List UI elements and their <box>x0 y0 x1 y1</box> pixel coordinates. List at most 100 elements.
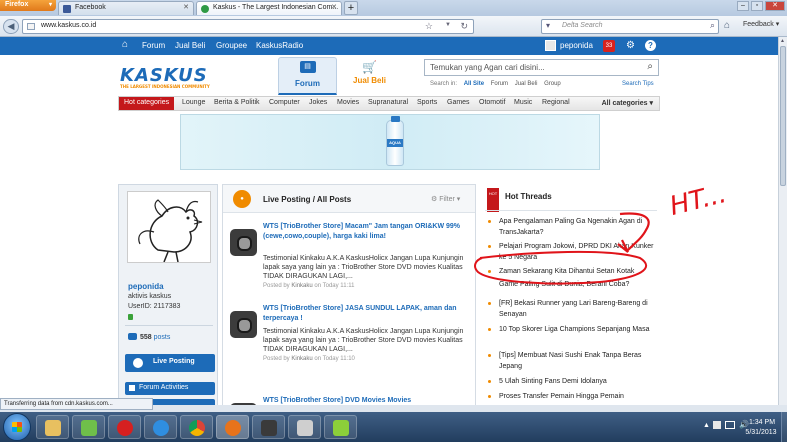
hot-thread-item[interactable]: 5 Ulah Sinting Fans Demi Idolanya <box>485 376 657 387</box>
category-movies[interactable]: Movies <box>337 99 359 106</box>
post-author[interactable]: Kinkaku <box>291 283 312 289</box>
tab-facebook[interactable]: Facebook ✕ <box>58 1 194 15</box>
hot-thread-title[interactable]: [FR] Bekasi Runner yang Lari Bareng-Bare… <box>499 300 648 318</box>
hot-thread-item[interactable]: Proses Transfer Pemain Hingga Pemain <box>485 391 657 402</box>
search-icon[interactable]: ⌕ <box>710 20 715 31</box>
taskbar-app-media[interactable] <box>72 415 105 439</box>
help-icon[interactable]: ? <box>645 40 656 51</box>
post-title[interactable]: WTS [TrioBrother Store] Macam" Jam tanga… <box>263 222 469 242</box>
notification-badge[interactable]: 33 <box>603 40 615 52</box>
taskbar-app-explorer[interactable] <box>36 415 69 439</box>
profile-picture[interactable] <box>127 191 211 263</box>
category-lounge[interactable]: Lounge <box>182 99 205 106</box>
tab-jual-beli[interactable]: 🛒 Jual Beli <box>340 57 399 95</box>
hot-thread-title[interactable]: Game Paling Sulit di Dunia, Berani Coba? <box>499 281 629 288</box>
hot-thread-item[interactable]: [Tips] Membuat Nasi Sushi Enak Tanpa Ber… <box>485 350 657 372</box>
kaskus-logo[interactable]: KASKUS THE LARGEST INDONESIAN COMMUNITY <box>120 65 210 89</box>
post-count[interactable]: 558 posts <box>128 333 170 341</box>
start-button[interactable] <box>3 413 31 441</box>
all-categories-dropdown[interactable]: All categories ▾ <box>602 99 653 107</box>
kaskus-search-input[interactable]: Temukan yang Agan cari disini... ⌕ <box>424 59 659 76</box>
reload-icon[interactable]: ↻ <box>460 21 468 32</box>
bookmark-star-icon[interactable]: ☆ <box>425 21 433 32</box>
show-desktop-button[interactable] <box>781 412 787 442</box>
topnav-kaskusradio[interactable]: KaskusRadio <box>256 41 303 50</box>
vertical-scrollbar[interactable]: ▲ <box>778 37 787 405</box>
hot-thread-item[interactable]: Zaman Sekarang Kita Dihantui Setan Kotak <box>485 266 657 277</box>
hot-thread-item[interactable]: Pelajari Program Jokowi, DPRD DKI Akan K… <box>485 241 657 263</box>
minimize-button[interactable]: – <box>737 1 749 11</box>
search-option-forum[interactable]: Forum <box>491 81 508 87</box>
taskbar-app-ie[interactable] <box>144 415 177 439</box>
hot-thread-item[interactable]: Game Paling Sulit di Dunia, Berani Coba? <box>485 279 657 290</box>
search-option-group[interactable]: Group <box>544 81 561 87</box>
feedback-button[interactable]: Feedback ▾ <box>743 20 779 28</box>
tab-forum[interactable]: ▤ Forum <box>278 57 337 95</box>
hot-thread-title[interactable]: Zaman Sekarang Kita Dihantui Setan Kotak <box>499 268 634 275</box>
search-option-jual-beli[interactable]: Jual Beli <box>515 81 538 87</box>
hot-thread-title[interactable]: 10 Top Skorer Liga Champions Sepanjang M… <box>499 326 649 333</box>
search-option-all-site[interactable]: All Site <box>464 81 484 87</box>
hot-thread-item[interactable]: Apa Pengalaman Paling Ga Ngenakin Agan d… <box>485 216 657 238</box>
ad-banner[interactable]: AQUA <box>180 114 600 170</box>
category-otomotif[interactable]: Otomotif <box>479 99 505 106</box>
taskbar-app-firefox[interactable] <box>216 415 249 439</box>
clock-date[interactable]: 5/31/2013 <box>741 429 781 436</box>
topnav-jual-beli[interactable]: Jual Beli <box>175 41 205 50</box>
close-window-button[interactable]: ✕ <box>765 1 785 11</box>
clock-time[interactable]: 1:34 PM <box>747 419 777 426</box>
topnav-groupee[interactable]: Groupee <box>216 41 247 50</box>
topnav-username[interactable]: peponida <box>560 41 593 50</box>
category-sports[interactable]: Sports <box>417 99 437 106</box>
search-tips-link[interactable]: Search Tips <box>622 81 654 87</box>
network-icon[interactable] <box>725 421 735 429</box>
hot-thread-title[interactable]: [Tips] Membuat Nasi Sushi Enak Tanpa Ber… <box>499 352 641 370</box>
close-icon[interactable]: ✕ <box>183 3 189 11</box>
home-icon[interactable]: ⌂ <box>724 20 730 31</box>
profile-username[interactable]: peponida <box>128 282 164 291</box>
chevron-down-icon[interactable]: ▼ <box>445 22 451 28</box>
post-title[interactable]: WTS [TrioBrother Store] DVD Movies Movie… <box>263 396 469 405</box>
back-button[interactable]: ◀ <box>3 19 19 34</box>
topnav-forum[interactable]: Forum <box>142 41 165 50</box>
avatar[interactable] <box>545 40 556 51</box>
search-icon[interactable]: ⌕ <box>647 61 653 72</box>
maximize-button[interactable]: ▫ <box>751 1 763 11</box>
category-jokes[interactable]: Jokes <box>309 99 327 106</box>
gear-icon[interactable]: ⚙ <box>626 40 635 51</box>
search-engine-icon[interactable]: ▾ <box>546 21 550 30</box>
post-thumbnail[interactable] <box>230 311 257 338</box>
category-games[interactable]: Games <box>447 99 470 106</box>
home-icon[interactable]: ⌂ <box>122 40 132 50</box>
firefox-menu-button[interactable]: Firefox ▾ <box>0 0 56 11</box>
category-music[interactable]: Music <box>514 99 532 106</box>
taskbar-app-tt[interactable] <box>288 415 321 439</box>
new-tab-button[interactable]: + <box>344 1 358 15</box>
tray-expand-icon[interactable]: ▲ <box>703 422 710 429</box>
action-center-icon[interactable] <box>713 421 721 429</box>
hot-thread-item[interactable]: [FR] Bekasi Runner yang Lari Bareng-Bare… <box>485 298 657 320</box>
close-icon[interactable]: ✕ <box>331 3 337 11</box>
hot-thread-title[interactable]: Apa Pengalaman Paling Ga Ngenakin Agan d… <box>499 218 642 236</box>
category-berita-politik[interactable]: Berita & Politik <box>214 99 260 106</box>
taskbar-app-note[interactable] <box>324 415 357 439</box>
post-title[interactable]: WTS [TrioBrother Store] JASA SUNDUL LAPA… <box>263 304 469 324</box>
taskbar-app-opera[interactable] <box>108 415 141 439</box>
forum-activities-button[interactable]: Forum Activities <box>125 382 215 395</box>
hot-thread-item[interactable]: 10 Top Skorer Liga Champions Sepanjang M… <box>485 324 657 335</box>
hot-thread-title[interactable]: 5 Ulah Sinting Fans Demi Idolanya <box>499 378 607 385</box>
url-bar[interactable]: www.kaskus.co.id ☆ ▼ ↻ <box>22 19 474 34</box>
post-author[interactable]: Kinkaku <box>291 356 312 362</box>
taskbar-app-player[interactable] <box>252 415 285 439</box>
hot-categories-label[interactable]: Hot categories <box>119 97 175 110</box>
site-identity-icon[interactable] <box>27 23 35 30</box>
live-posting-button[interactable]: Live Posting <box>125 354 215 372</box>
scrollbar-thumb[interactable] <box>780 46 786 186</box>
filter-dropdown[interactable]: ⚙ Filter ▾ <box>431 195 460 203</box>
hot-thread-title[interactable]: Pelajari Program Jokowi, DPRD DKI Akan K… <box>499 243 653 261</box>
taskbar-app-chrome[interactable] <box>180 415 213 439</box>
hot-thread-title[interactable]: Proses Transfer Pemain Hingga Pemain <box>499 393 624 400</box>
search-bar[interactable]: ▾ Delta Search ⌕ <box>541 19 719 34</box>
scroll-up-icon[interactable]: ▲ <box>780 38 785 44</box>
post-thumbnail[interactable] <box>230 403 257 405</box>
